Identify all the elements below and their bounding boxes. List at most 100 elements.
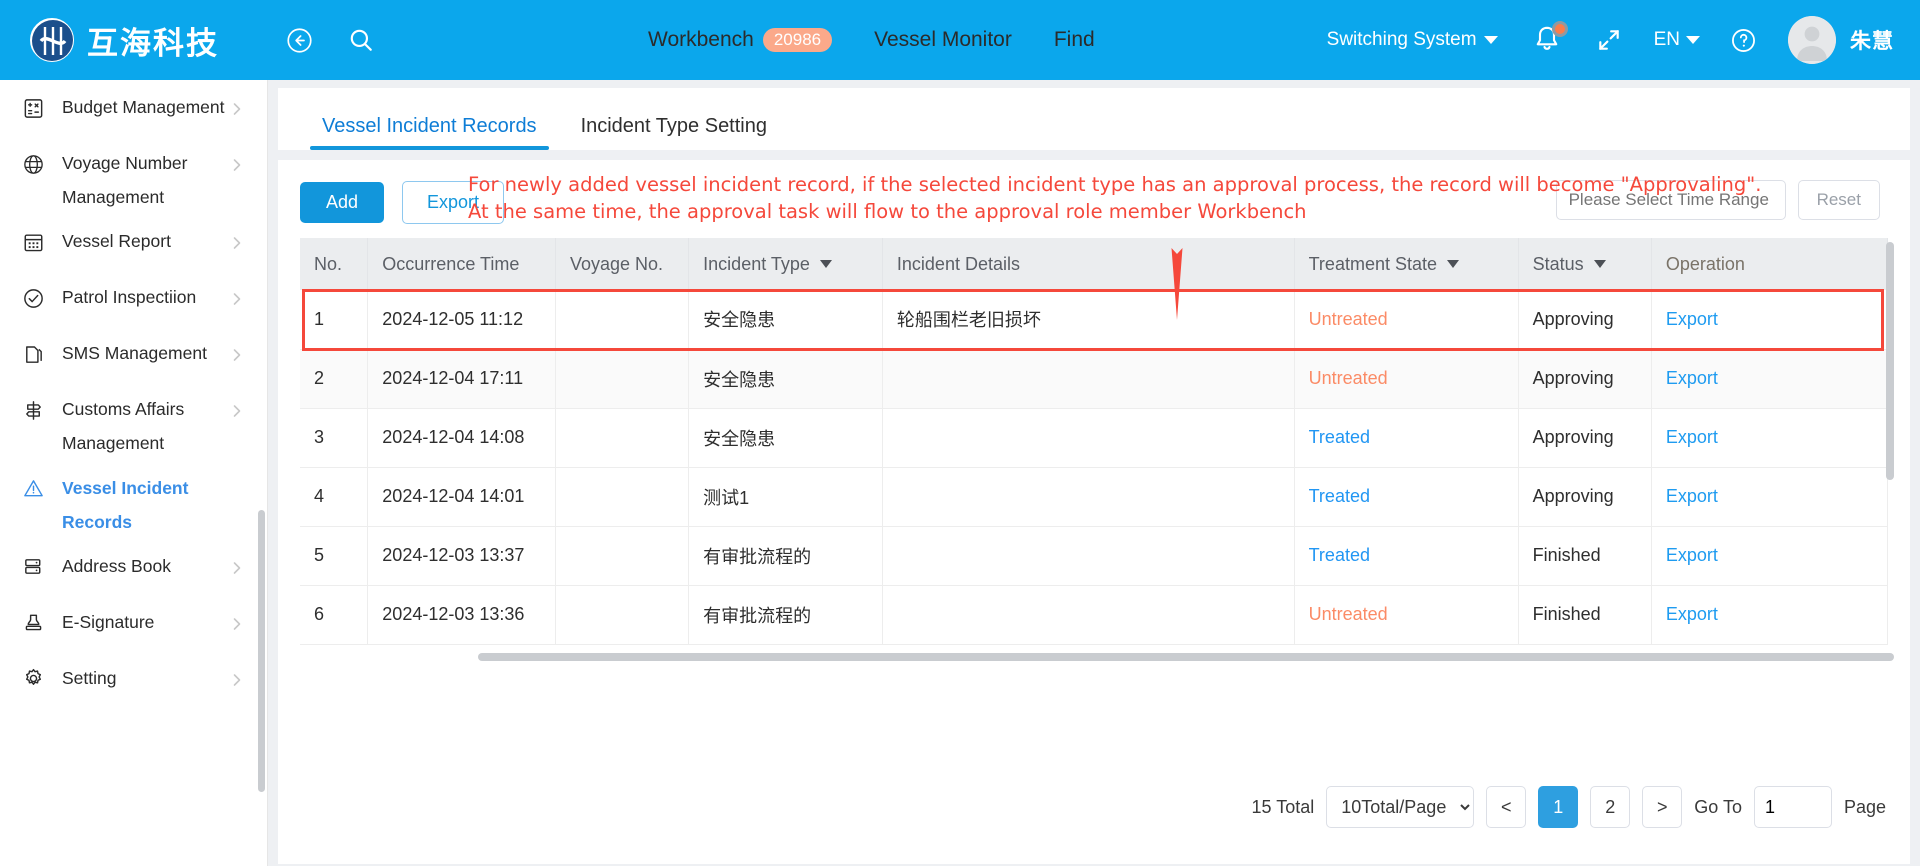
annotation-line-2: At the same time, the approval task will… [468, 199, 1307, 223]
row-export-link[interactable]: Export [1666, 309, 1718, 329]
sidebar-label: Address Book [62, 555, 171, 576]
sidebar-label: Vessel Report [62, 231, 171, 252]
col-treatment-state[interactable]: Treatment State [1294, 238, 1519, 290]
vessel-incident-records-table: No. Occurrence Time Voyage No. Incident … [300, 238, 1889, 645]
table-row[interactable]: 5 2024-12-03 13:37 有审批流程的 Treated Finish… [300, 526, 1889, 586]
cell-no: 5 [300, 526, 369, 586]
help-question-icon[interactable] [1728, 25, 1758, 55]
chevron-right-icon [231, 561, 243, 580]
language-selector[interactable]: EN [1654, 29, 1700, 51]
cell-operation[interactable]: Export [1651, 349, 1889, 409]
brand-name: 互海科技 [87, 25, 219, 61]
table-horizontal-scrollbar[interactable] [478, 652, 1894, 661]
main-content: Vessel Incident Records Incident Type Se… [268, 80, 1920, 866]
sidebar-item-vessel-report[interactable]: Vessel Report [0, 214, 267, 270]
cell-status: Approving [1518, 467, 1652, 527]
cell-type: 安全隐患 [688, 290, 883, 350]
documents-icon [20, 341, 46, 367]
reset-button[interactable]: Reset [1797, 180, 1880, 220]
table-header-row: No. Occurrence Time Voyage No. Incident … [300, 238, 1889, 290]
records-table-wrap: No. Occurrence Time Voyage No. Incident … [300, 238, 1894, 661]
table-row[interactable]: 6 2024-12-03 13:36 有审批流程的 Untreated Fini… [300, 585, 1889, 645]
cell-no: 4 [300, 467, 369, 527]
sidebar-scrollbar[interactable] [258, 510, 265, 792]
sort-caret-icon[interactable] [1447, 260, 1459, 268]
switching-system-dropdown[interactable]: Switching System [1327, 29, 1498, 51]
nav-label-vessel-monitor: Vessel Monitor [874, 28, 1012, 51]
cell-operation[interactable]: Export [1651, 408, 1889, 468]
cell-operation[interactable]: Export [1651, 467, 1889, 527]
col-operation: Operation [1651, 238, 1889, 290]
top-header-bar: 互海科技 Workbench 20986 Vessel Monitor Find… [0, 0, 1920, 80]
cell-status: Approving [1518, 408, 1652, 468]
row-export-link[interactable]: Export [1666, 427, 1718, 447]
search-icon[interactable] [346, 25, 376, 55]
sidebar-item-setting[interactable]: Setting [0, 651, 267, 707]
sidebar-label: SMS Management [62, 343, 207, 364]
notification-bell-icon[interactable] [1532, 21, 1568, 56]
cell-status: Approving [1518, 290, 1652, 350]
cell-operation[interactable]: Export [1651, 585, 1889, 645]
sidebar-label: Vessel Incident Records [62, 477, 189, 532]
user-avatar-icon[interactable] [1788, 16, 1836, 64]
add-button[interactable]: Add [300, 181, 385, 223]
sidebar-label: Voyage Number Management [62, 153, 188, 208]
tab-incident-type-setting[interactable]: Incident Type Setting [559, 115, 789, 150]
nav-item-vessel-monitor[interactable]: Vessel Monitor [874, 28, 1012, 52]
goto-page-input[interactable] [1753, 786, 1832, 828]
table-row[interactable]: 4 2024-12-04 14:01 测试1 Treated Approving… [300, 467, 1889, 527]
row-export-link[interactable]: Export [1666, 604, 1718, 624]
table-row[interactable]: 1 2024-12-05 11:12 安全隐患 轮船围栏老旧损坏 Untreat… [300, 290, 1889, 350]
address-book-icon [20, 554, 46, 580]
col-incident-details: Incident Details [882, 238, 1295, 290]
page-size-select[interactable]: 10Total/Page [1326, 786, 1475, 828]
col-label: Incident Details [896, 253, 1020, 274]
col-status[interactable]: Status [1518, 238, 1652, 290]
row-export-link[interactable]: Export [1666, 486, 1718, 506]
sidebar-item-sms-management[interactable]: SMS Management [0, 326, 267, 382]
sidebar-item-budget-management[interactable]: Budget Management [0, 80, 267, 136]
back-arrow-icon[interactable] [284, 25, 314, 55]
row-export-link[interactable]: Export [1666, 368, 1718, 388]
sidebar-item-voyage-number-management[interactable]: Voyage Number Management [0, 136, 267, 214]
sort-caret-icon[interactable] [1593, 260, 1606, 268]
export-button[interactable]: Export [402, 180, 505, 224]
sort-caret-icon[interactable] [819, 260, 832, 268]
next-page-button[interactable]: > [1642, 786, 1683, 828]
cell-status: Approving [1518, 349, 1652, 409]
col-label: Occurrence Time [382, 253, 520, 274]
page-button-1[interactable]: 1 [1538, 786, 1579, 828]
table-vertical-scrollbar[interactable] [1886, 242, 1894, 480]
sidebar-item-patrol-inspection[interactable]: Patrol Inspectiion [0, 270, 267, 326]
cell-operation[interactable]: Export [1651, 290, 1889, 350]
signpost-icon [20, 397, 46, 423]
page-button-2[interactable]: 2 [1590, 786, 1631, 828]
tab-label: Incident Type Setting [580, 115, 767, 137]
chevron-down-icon [1686, 36, 1700, 44]
tab-vessel-incident-records[interactable]: Vessel Incident Records [300, 115, 559, 150]
nav-item-find[interactable]: Find [1054, 28, 1095, 52]
table-row[interactable]: 2 2024-12-04 17:11 安全隐患 Untreated Approv… [300, 349, 1889, 409]
fullscreen-expand-icon[interactable] [1594, 25, 1624, 55]
chevron-right-icon [231, 158, 243, 177]
cell-details [882, 526, 1295, 586]
sidebar-item-customs-affairs-management[interactable]: Customs Affairs Management [0, 382, 267, 460]
col-label: Operation [1665, 253, 1745, 274]
cell-details [882, 585, 1295, 645]
prev-page-button[interactable]: < [1486, 786, 1527, 828]
sidebar-item-address-book[interactable]: Address Book [0, 539, 267, 595]
sidebar-item-e-signature[interactable]: E-Signature [0, 595, 267, 651]
cell-treatment: Untreated [1294, 349, 1519, 409]
table-row[interactable]: 3 2024-12-04 14:08 安全隐患 Treated Approvin… [300, 408, 1889, 468]
sidebar-item-vessel-incident-records[interactable]: Vessel Incident Records [0, 461, 267, 539]
row-export-link[interactable]: Export [1666, 545, 1718, 565]
cell-time: 2024-12-04 14:08 [367, 408, 556, 468]
tab-bar: Vessel Incident Records Incident Type Se… [278, 88, 1910, 150]
nav-item-workbench[interactable]: Workbench 20986 [648, 28, 833, 52]
sidebar-nav: Budget Management Voyage Number Manageme… [0, 80, 268, 866]
brand-logo-area[interactable]: 互海科技 [30, 18, 219, 63]
cell-operation[interactable]: Export [1651, 526, 1889, 586]
time-range-input[interactable] [1555, 180, 1786, 220]
sidebar-label: Customs Affairs Management [62, 399, 185, 454]
col-incident-type[interactable]: Incident Type [688, 238, 883, 290]
